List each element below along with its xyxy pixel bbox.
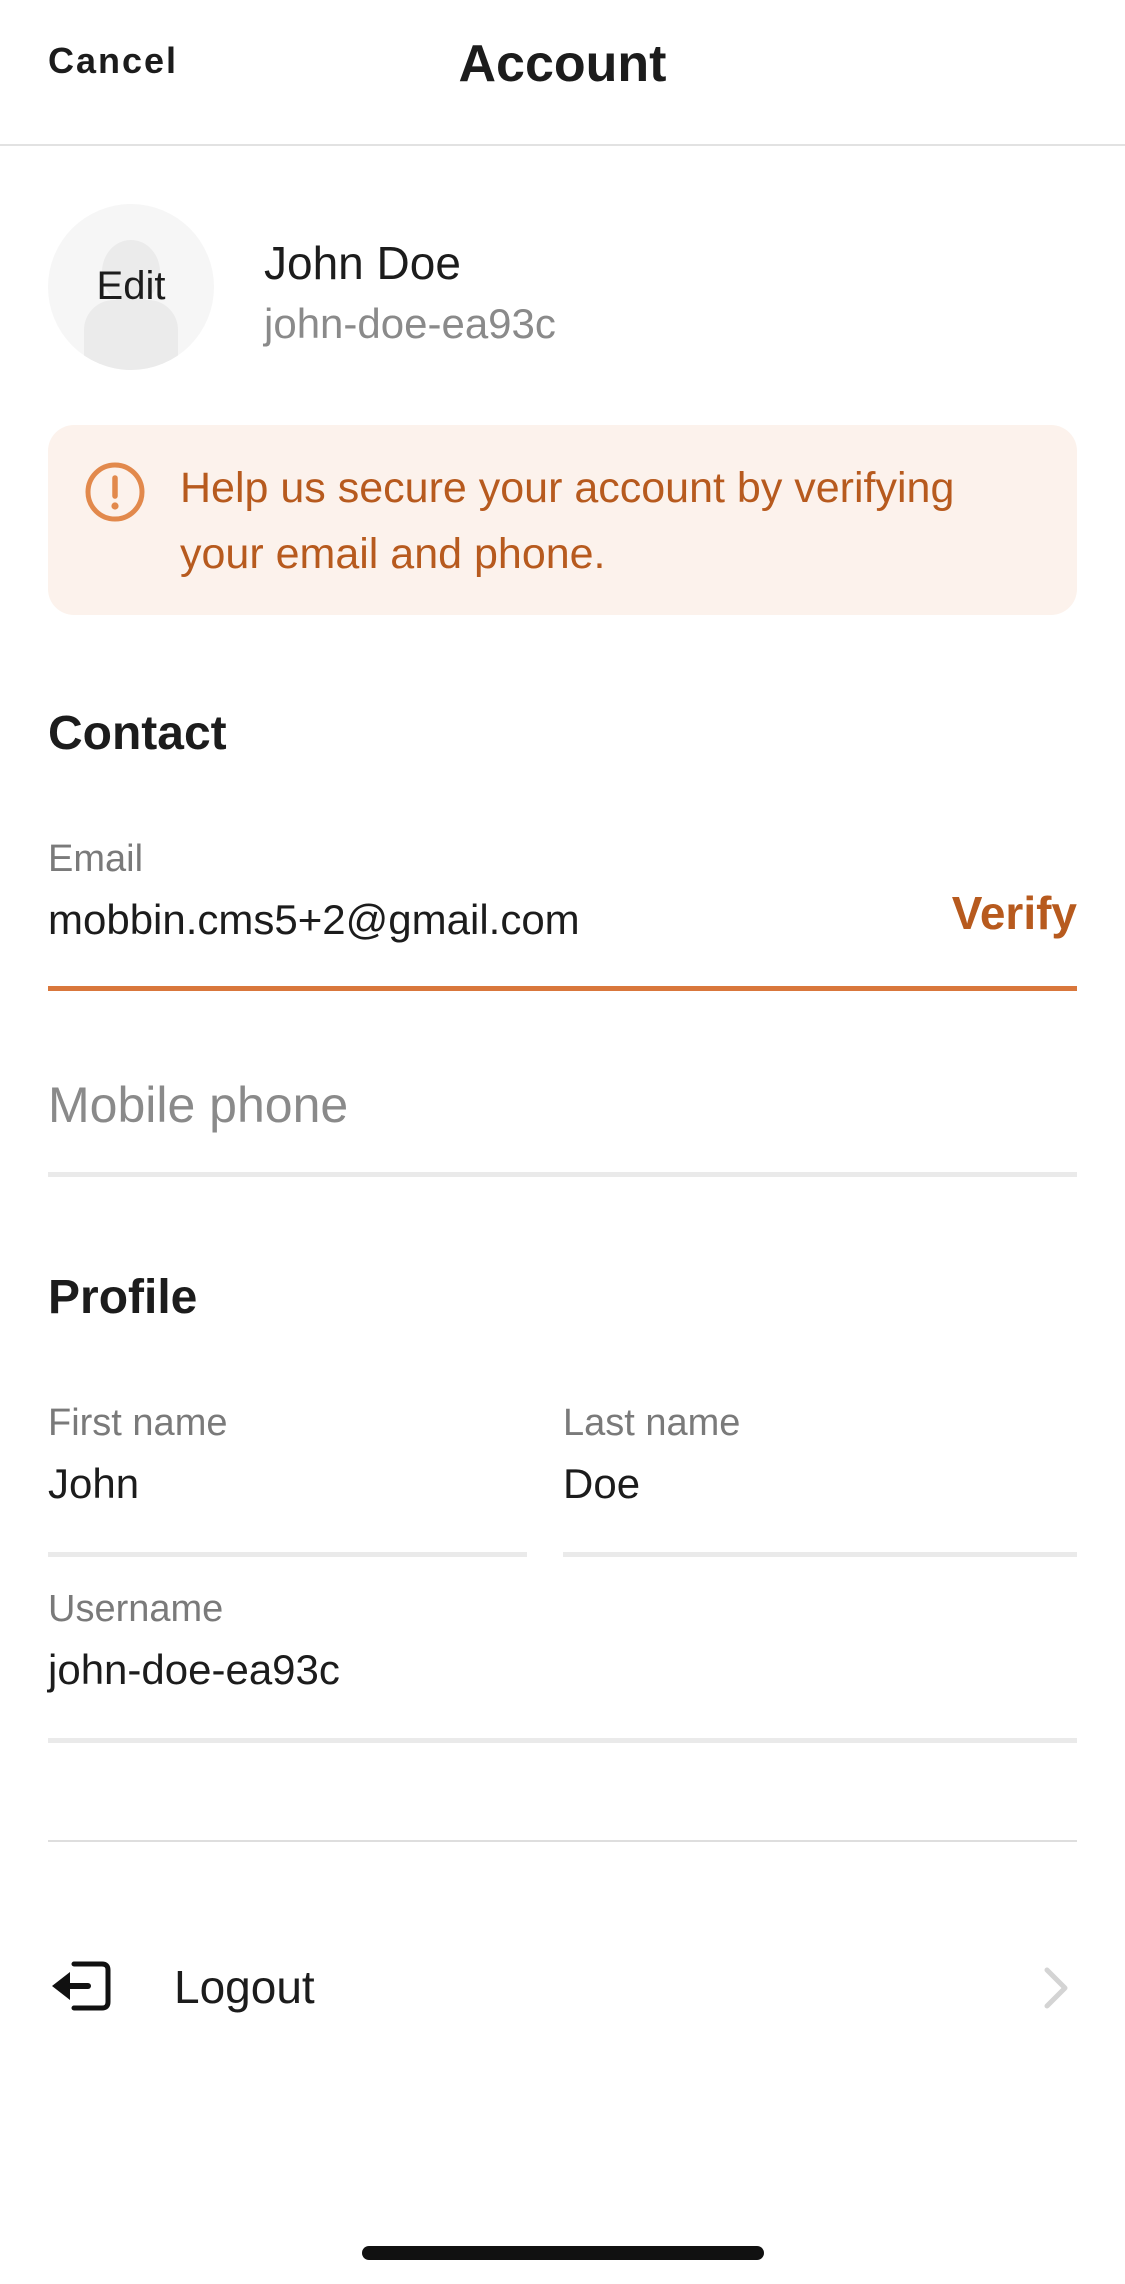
mobile-phone-input[interactable]: Mobile phone <box>48 1076 348 1134</box>
last-name-field[interactable]: Last name Doe <box>563 1402 1077 1560</box>
avatar-edit-label: Edit <box>96 264 166 308</box>
last-name-underline <box>563 1552 1077 1557</box>
chevron-right-icon <box>1044 1967 1068 2009</box>
username-field[interactable]: Username john-doe-ea93c <box>48 1588 1077 1746</box>
section-divider <box>48 1840 1077 1842</box>
profile-heading: Profile <box>48 1271 198 1324</box>
email-field[interactable]: Email mobbin.cms5+2@gmail.com Verify <box>48 838 1077 996</box>
email-underline <box>48 986 1077 991</box>
last-name-value[interactable]: Doe <box>563 1460 640 1508</box>
mobile-phone-underline <box>48 1172 1077 1177</box>
username-underline <box>48 1738 1077 1743</box>
alert-message: Help us secure your account by verifying… <box>180 464 955 578</box>
first-name-field[interactable]: First name John <box>48 1402 527 1560</box>
email-label: Email <box>48 838 144 880</box>
last-name-label: Last name <box>563 1402 741 1444</box>
exclamation-circle-icon <box>85 462 145 522</box>
verification-alert: Help us secure your account by verifying… <box>48 425 1077 615</box>
page-title: Account <box>458 35 667 93</box>
username-label: Username <box>48 1588 224 1630</box>
email-value[interactable]: mobbin.cms5+2@gmail.com <box>48 896 580 944</box>
mobile-phone-field[interactable]: Mobile phone <box>48 1076 1077 1180</box>
home-indicator[interactable] <box>362 2246 764 2260</box>
logout-label: Logout <box>174 1961 315 2013</box>
user-handle: john-doe-ea93c <box>264 300 556 347</box>
nav-bar: Cancel Account <box>0 0 1125 146</box>
contact-heading: Contact <box>48 707 227 760</box>
first-name-label: First name <box>48 1402 228 1444</box>
user-display-name: John Doe <box>264 237 461 289</box>
logout-button[interactable]: Logout <box>48 1940 1077 2036</box>
first-name-underline <box>48 1552 527 1557</box>
username-value[interactable]: john-doe-ea93c <box>48 1646 340 1694</box>
avatar-edit-button[interactable]: Edit <box>48 204 214 370</box>
first-name-value[interactable]: John <box>48 1460 139 1508</box>
logout-arrow-icon <box>52 1961 111 2011</box>
verify-email-button[interactable]: Verify <box>952 886 1077 940</box>
avatar-placeholder-body <box>84 300 178 370</box>
